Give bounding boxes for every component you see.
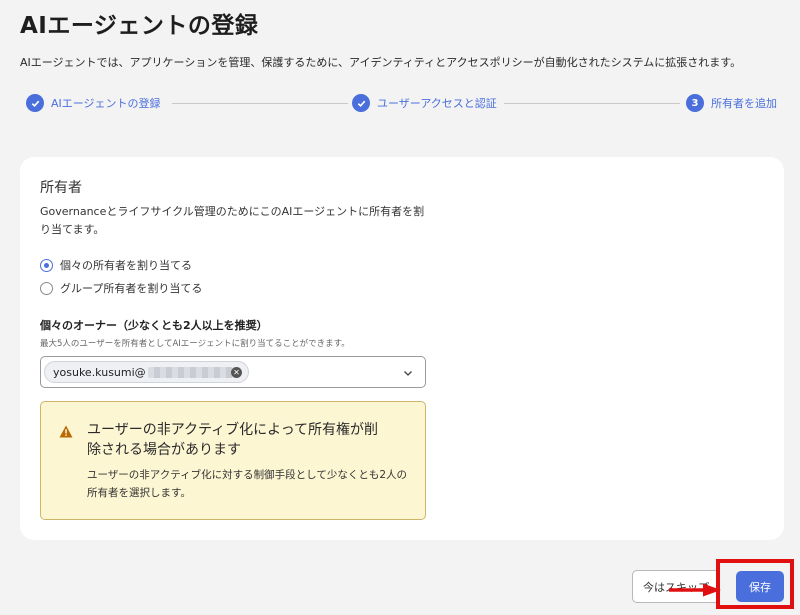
page-title: AIエージェントの登録	[20, 13, 259, 39]
redacted-text	[147, 366, 233, 378]
step-add-owner: 3 所有者を追加	[686, 94, 777, 112]
step-label: AIエージェントの登録	[51, 97, 161, 110]
step-number: 3	[686, 94, 704, 112]
radio-label: 個々の所有者を割り当てる	[60, 259, 192, 272]
section-description: Governanceとライフサイクル管理のためにこのAIエージェントに所有者を割…	[40, 205, 425, 236]
page-description: AIエージェントでは、アプリケーションを管理、保護するために、アイデンティティと…	[20, 56, 742, 69]
step-user-access: ユーザーアクセスと認証	[352, 94, 497, 112]
owners-card: 所有者 Governanceとライフサイクル管理のためにこのAIエージェントに所…	[20, 157, 784, 540]
owner-chip-label: yosuke.kusumi@	[53, 365, 146, 379]
radio-button[interactable]	[40, 281, 53, 295]
owners-select[interactable]: yosuke.kusumi@ ✕	[40, 356, 426, 388]
warning-body: ユーザーの非アクティブ化に対する制御手段として少なくとも2人の所有者を選択します…	[87, 469, 407, 499]
owners-field-hint: 最大5人のユーザーを所有者としてAIエージェントに割り当てることができます。	[40, 339, 350, 349]
step-register-agent: AIエージェントの登録	[26, 94, 161, 112]
radio-group-owner[interactable]: グループ所有者を割り当てる	[40, 280, 202, 296]
radio-label: グループ所有者を割り当てる	[60, 282, 203, 295]
warning-alert: ユーザーの非アクティブ化によって所有権が削除される場合があります ユーザーの非ア…	[40, 401, 426, 520]
radio-individual-owner[interactable]: 個々の所有者を割り当てる	[40, 257, 192, 273]
owner-chip: yosuke.kusumi@ ✕	[44, 361, 249, 383]
step-label: ユーザーアクセスと認証	[377, 97, 497, 110]
close-circle-icon[interactable]: ✕	[231, 367, 242, 378]
warning-triangle-icon	[59, 425, 73, 438]
stepper: AIエージェントの登録 ユーザーアクセスと認証 3 所有者を追加	[26, 94, 778, 114]
annotation-arrow-icon	[669, 583, 721, 597]
check-icon	[26, 94, 44, 112]
step-label: 所有者を追加	[711, 97, 777, 110]
chevron-down-icon[interactable]	[403, 368, 413, 378]
check-icon	[352, 94, 370, 112]
step-connector	[504, 103, 680, 104]
section-title: 所有者	[40, 180, 82, 196]
radio-button-checked[interactable]	[40, 258, 53, 272]
step-connector	[172, 103, 348, 104]
owners-field-label: 個々のオーナー（少なくとも2人以上を推奨）	[40, 319, 268, 332]
warning-title: ユーザーの非アクティブ化によって所有権が削除される場合があります	[87, 422, 379, 458]
annotation-highlight-box	[716, 559, 794, 609]
